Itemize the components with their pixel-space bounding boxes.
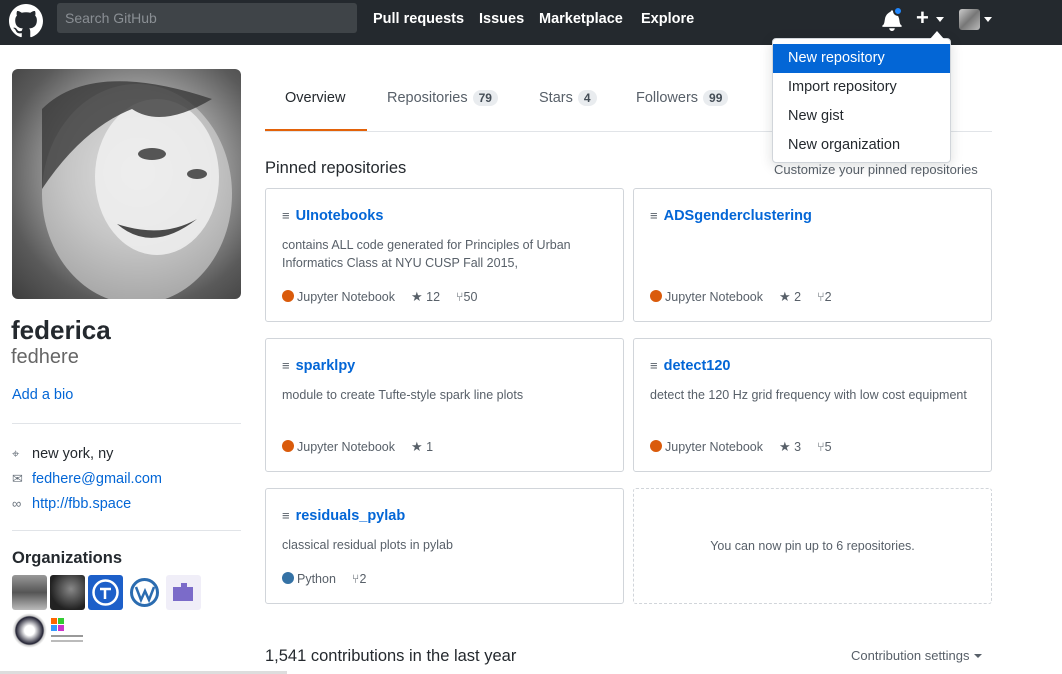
- star-icon[interactable]: ★: [779, 289, 791, 304]
- repo-icon: ≡: [650, 208, 658, 223]
- menu-new-repository[interactable]: New repository: [773, 44, 950, 73]
- create-new-dropdown: New repository Import repository New gis…: [772, 38, 951, 163]
- nav-issues[interactable]: Issues: [479, 11, 524, 27]
- org-avatar[interactable]: [12, 575, 47, 610]
- repo-icon: ≡: [282, 358, 290, 373]
- repo-description: module to create Tufte-style spark line …: [282, 388, 524, 402]
- add-bio-link[interactable]: Add a bio: [12, 387, 73, 403]
- org-avatar[interactable]: [12, 613, 47, 648]
- pinned-heading: Pinned repositories: [265, 159, 407, 177]
- menu-new-gist[interactable]: New gist: [773, 102, 950, 131]
- website-link[interactable]: http://fbb.space: [32, 496, 131, 512]
- portrait-image: [42, 81, 232, 299]
- fork-icon[interactable]: ⑂: [817, 440, 825, 454]
- repo-meta: Jupyter Notebook ★ 12 ⑂50: [282, 289, 477, 305]
- count-badge: 99: [703, 90, 729, 106]
- repo-icon: ≡: [282, 508, 290, 523]
- pinned-repo-card: ≡ detect120 detect the 120 Hz grid freque…: [633, 338, 992, 472]
- divider: [12, 530, 241, 531]
- count-badge: 79: [472, 90, 498, 106]
- puzzle-icon: [173, 583, 193, 601]
- count-badge: 4: [577, 90, 597, 106]
- star-icon[interactable]: ★: [411, 289, 423, 304]
- fork-icon[interactable]: ⑂: [456, 290, 464, 304]
- github-logo-icon[interactable]: [9, 4, 43, 38]
- create-new-button[interactable]: +: [916, 7, 929, 29]
- customize-pins-link[interactable]: Customize your pinned repositories: [774, 162, 978, 177]
- repo-meta: Python ⑂2: [282, 571, 366, 587]
- chevron-down-icon[interactable]: [984, 17, 992, 22]
- profile-avatar[interactable]: [12, 69, 241, 299]
- tab-overview[interactable]: Overview: [285, 90, 345, 106]
- profile-login: fedhere: [11, 346, 79, 368]
- nav-pull-requests[interactable]: Pull requests: [373, 11, 464, 27]
- chevron-down-icon[interactable]: [936, 17, 944, 22]
- pinned-repo-card: ≡ residuals_pylab classical residual plot…: [265, 488, 624, 604]
- repo-link[interactable]: ≡ UInotebooks: [282, 208, 383, 224]
- repo-icon: ≡: [282, 208, 290, 223]
- org-avatar[interactable]: [50, 575, 85, 610]
- org-logo-icon: [92, 579, 119, 606]
- language-color-icon: [282, 440, 294, 452]
- repo-meta: Jupyter Notebook ★ 1: [282, 439, 433, 455]
- star-icon[interactable]: ★: [411, 439, 423, 454]
- language-color-icon: [650, 440, 662, 452]
- org-avatar[interactable]: [50, 613, 85, 648]
- mail-icon: ✉: [12, 471, 23, 486]
- link-icon: ∞: [12, 496, 22, 511]
- nav-explore[interactable]: Explore: [641, 11, 694, 27]
- language-color-icon: [282, 572, 294, 584]
- org-avatar[interactable]: [88, 575, 123, 610]
- email-link[interactable]: fedhere@gmail.com: [32, 471, 162, 487]
- website-item: ∞ http://fbb.space: [12, 494, 131, 514]
- nav-marketplace[interactable]: Marketplace: [539, 11, 623, 27]
- pinned-repo-card: ≡ sparklpy module to create Tufte-style s…: [265, 338, 624, 472]
- contributions-heading: 1,541 contributions in the last year: [265, 647, 517, 665]
- repo-link[interactable]: ≡ detect120: [650, 358, 731, 374]
- pinned-repo-card: ≡ UInotebooks contains ALL code generated…: [265, 188, 624, 322]
- menu-new-organization[interactable]: New organization: [773, 131, 950, 160]
- chevron-down-icon: [973, 654, 982, 658]
- repo-icon: ≡: [650, 358, 658, 373]
- search-input[interactable]: Search GitHub: [57, 3, 357, 33]
- org-logo-icon: [130, 578, 159, 607]
- fork-icon[interactable]: ⑂: [817, 290, 825, 304]
- language-color-icon: [650, 290, 662, 302]
- location-pin-icon: ⌖: [12, 446, 20, 461]
- divider: [12, 423, 241, 424]
- profile-name: federica: [11, 315, 111, 345]
- pin-placeholder: You can now pin up to 6 repositories.: [633, 488, 992, 604]
- repo-link[interactable]: ≡ sparklpy: [282, 358, 355, 374]
- repo-link[interactable]: ≡ ADSgenderclustering: [650, 208, 812, 224]
- pinned-repo-card: ≡ ADSgenderclustering Jupyter Notebook ★ 2…: [633, 188, 992, 322]
- notification-indicator-icon: [893, 6, 903, 16]
- organizations-heading: Organizations: [12, 549, 123, 567]
- menu-import-repository[interactable]: Import repository: [773, 73, 950, 102]
- tab-repositories[interactable]: Repositories 79: [387, 90, 498, 106]
- repo-link[interactable]: ≡ residuals_pylab: [282, 508, 405, 524]
- org-avatar[interactable]: [127, 575, 162, 610]
- dropdown-arrow: [930, 31, 944, 39]
- user-avatar[interactable]: [959, 9, 980, 30]
- tab-followers[interactable]: Followers 99: [636, 90, 729, 106]
- language-color-icon: [282, 290, 294, 302]
- repo-description: classical residual plots in pylab: [282, 538, 453, 552]
- tab-stars[interactable]: Stars 4: [539, 90, 597, 106]
- org-logo-icon: [51, 618, 83, 642]
- repo-description: contains ALL code generated for Principl…: [282, 238, 571, 270]
- email-item: ✉ fedhere@gmail.com: [12, 469, 162, 489]
- org-avatar[interactable]: [166, 575, 201, 610]
- repo-meta: Jupyter Notebook ★ 3 ⑂5: [650, 439, 832, 455]
- location-item: ⌖ new york, ny: [12, 446, 114, 462]
- repo-meta: Jupyter Notebook ★ 2 ⑂2: [650, 289, 832, 305]
- star-icon[interactable]: ★: [779, 439, 791, 454]
- repo-description: detect the 120 Hz grid frequency with lo…: [650, 388, 967, 402]
- contribution-settings-button[interactable]: Contribution settings: [851, 648, 982, 663]
